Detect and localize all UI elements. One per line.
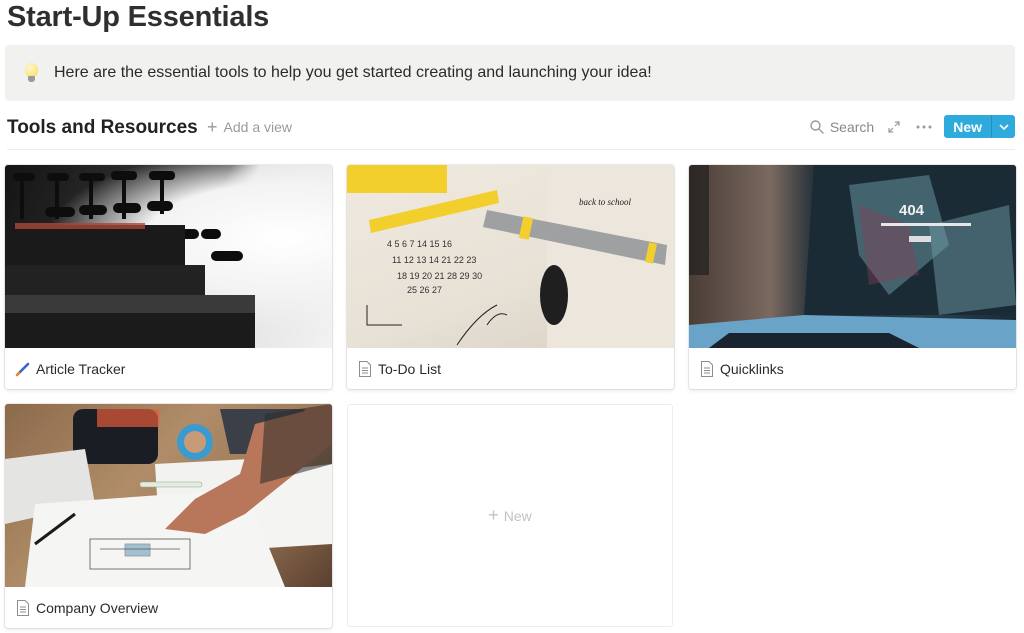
desk-sketch-graphic [5, 404, 332, 587]
gallery-card[interactable]: Company Overview [5, 404, 332, 628]
database-toolbar: Search New [810, 115, 1015, 138]
gallery-card[interactable]: 4 5 6 7 14 15 16 11 12 13 14 21 22 23 18… [347, 165, 674, 389]
new-button[interactable]: New [944, 115, 991, 138]
svg-text:18 19 20 21 28 29 30: 18 19 20 21 28 29 30 [397, 271, 482, 281]
card-title: Quicklinks [689, 348, 1016, 389]
card-title-text: To-Do List [378, 360, 442, 377]
typewriter-keys-graphic [5, 171, 255, 348]
database-title[interactable]: Tools and Resources [7, 117, 198, 139]
search-label: Search [829, 118, 875, 135]
plus-icon: + [488, 505, 499, 525]
add-new-card-label: New [503, 507, 532, 524]
gallery-card[interactable]: 404 Quicklinks [689, 165, 1016, 389]
chevron-down-icon [998, 123, 1009, 130]
page-title: Start-Up Essentials [7, 1, 270, 33]
card-title: To-Do List [347, 348, 674, 389]
svg-text:4 5 6 7 14 15 16: 4 5 6 7 14 15 16 [387, 239, 452, 249]
add-new-card-button[interactable]: + New [347, 404, 673, 627]
expand-icon [888, 120, 900, 133]
new-dropdown-button[interactable] [991, 115, 1015, 138]
more-options-button[interactable] [912, 117, 936, 137]
add-new-card-content: + New [488, 505, 532, 526]
page-icon [356, 360, 374, 378]
card-cover-image: 404 [689, 165, 1016, 348]
lightbulb-icon [23, 61, 41, 85]
gallery-card[interactable]: Article Tracker [5, 165, 332, 389]
card-title: Article Tracker [5, 348, 332, 389]
card-title-text: Company Overview [36, 599, 159, 616]
calendar-notebook-graphic: 4 5 6 7 14 15 16 11 12 13 14 21 22 23 18… [347, 165, 674, 348]
svg-text:11 12 13 14 21 22 23: 11 12 13 14 21 22 23 [392, 255, 476, 265]
plus-icon: + [207, 117, 218, 137]
search-icon [810, 119, 824, 134]
svg-text:404: 404 [899, 202, 925, 219]
svg-text:back to school: back to school [579, 197, 631, 207]
pencil-icon [14, 360, 32, 378]
search-button[interactable]: Search [810, 119, 874, 135]
callout: Here are the essential tools to help you… [5, 45, 1015, 101]
ellipsis-icon [916, 125, 932, 128]
callout-text: Here are the essential tools to help you… [54, 64, 652, 81]
card-title: Company Overview [5, 587, 332, 628]
page-icon [698, 360, 716, 378]
laptop-404-graphic: 404 [689, 165, 1016, 348]
add-view-label: Add a view [223, 119, 292, 135]
open-as-page-button[interactable] [884, 117, 904, 137]
card-cover-image [5, 404, 332, 587]
svg-text:25 26 27: 25 26 27 [407, 285, 442, 295]
page-icon [14, 599, 32, 617]
database-header: Tools and Resources + Add a view Search [7, 113, 1015, 150]
card-title-text: Article Tracker [36, 360, 126, 377]
add-view-button[interactable]: + Add a view [207, 117, 292, 137]
card-cover-image: 4 5 6 7 14 15 16 11 12 13 14 21 22 23 18… [347, 165, 674, 348]
card-title-text: Quicklinks [720, 360, 784, 377]
new-button-group: New [944, 115, 1015, 138]
card-cover-image [5, 165, 332, 348]
